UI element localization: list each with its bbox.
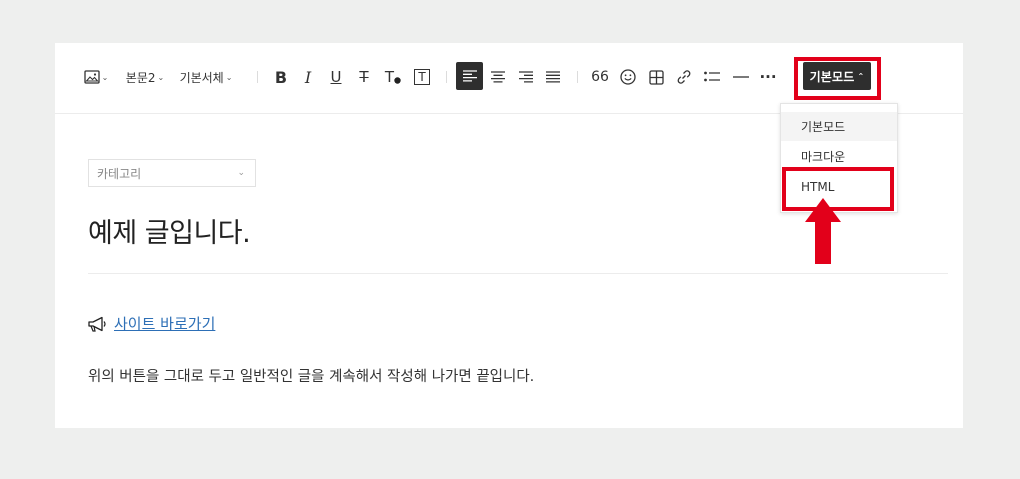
font-family-dropdown[interactable]: 기본서체 ⌄ <box>177 66 235 88</box>
mode-option-basic[interactable]: 기본모드 <box>781 112 897 141</box>
underline-icon: U <box>330 68 342 86</box>
category-select[interactable]: 카테고리 ⌄ <box>88 159 256 187</box>
text-color-icon: T <box>384 68 395 86</box>
mode-option-label: 마크다운 <box>801 150 846 164</box>
insert-image-button[interactable]: ⌄ <box>82 66 110 88</box>
post-body-text[interactable]: 위의 버튼을 그대로 두고 일반적인 글을 계속해서 작성해 나가면 끝입니다. <box>88 365 534 386</box>
align-justify-icon <box>546 71 560 83</box>
horizontal-rule-icon <box>733 76 749 78</box>
align-right-icon <box>519 71 533 83</box>
align-justify-button[interactable] <box>542 66 564 88</box>
chevron-down-icon: ⌄ <box>157 72 165 82</box>
link-icon <box>677 70 691 84</box>
align-center-icon <box>491 71 505 83</box>
post-title[interactable]: 예제 글입니다. <box>88 211 251 250</box>
strikethrough-icon: T <box>359 68 369 86</box>
toolbar-separator <box>257 71 258 83</box>
chevron-down-icon: ⌄ <box>101 72 109 82</box>
link-paragraph: 사이트 바로가기 <box>88 313 215 334</box>
underline-button[interactable]: U <box>326 66 346 88</box>
site-shortcut-link[interactable]: 사이트 바로가기 <box>114 313 215 334</box>
align-right-button[interactable] <box>515 66 537 88</box>
italic-icon: I <box>304 67 312 87</box>
mode-button-highlight <box>794 57 881 100</box>
emoji-button[interactable] <box>617 66 639 88</box>
megaphone-icon <box>88 316 106 332</box>
bullet-list-button[interactable] <box>701 66 723 88</box>
toolbar-separator <box>446 71 447 83</box>
bullet-list-icon <box>704 71 720 82</box>
table-icon <box>648 69 664 85</box>
text-background-button[interactable]: T <box>412 66 432 88</box>
bold-icon: B <box>274 67 288 87</box>
align-center-button[interactable] <box>487 66 509 88</box>
toolbar-separator <box>577 71 578 83</box>
align-left-button[interactable] <box>456 62 483 90</box>
category-placeholder: 카테고리 <box>97 166 142 181</box>
italic-button[interactable]: I <box>298 66 318 88</box>
chevron-down-icon: ⌄ <box>237 168 245 178</box>
strikethrough-button[interactable]: T <box>354 66 374 88</box>
insert-link-button[interactable] <box>673 66 695 88</box>
quote-icon: 66 <box>591 69 609 85</box>
title-divider <box>88 273 948 274</box>
paragraph-style-label: 본문2 <box>125 70 156 85</box>
emoji-icon <box>620 69 636 85</box>
font-family-label: 기본서체 <box>179 70 224 85</box>
quote-button[interactable]: 66 <box>589 66 611 88</box>
more-options-button[interactable]: ··· <box>757 66 779 88</box>
paragraph-style-dropdown[interactable]: 본문2 ⌄ <box>123 66 167 88</box>
mode-option-label: 기본모드 <box>801 120 846 134</box>
table-button[interactable] <box>645 66 667 88</box>
chevron-down-icon: ⌄ <box>225 72 233 82</box>
horizontal-rule-button[interactable] <box>730 66 752 88</box>
bold-button[interactable]: B <box>271 66 291 88</box>
align-left-icon <box>462 70 477 82</box>
text-background-icon: T <box>414 69 430 85</box>
image-icon <box>83 70 100 84</box>
red-arrow-icon <box>805 198 841 264</box>
color-dot-icon <box>394 76 401 84</box>
more-icon: ··· <box>759 68 777 86</box>
text-color-button[interactable]: T <box>382 66 404 88</box>
